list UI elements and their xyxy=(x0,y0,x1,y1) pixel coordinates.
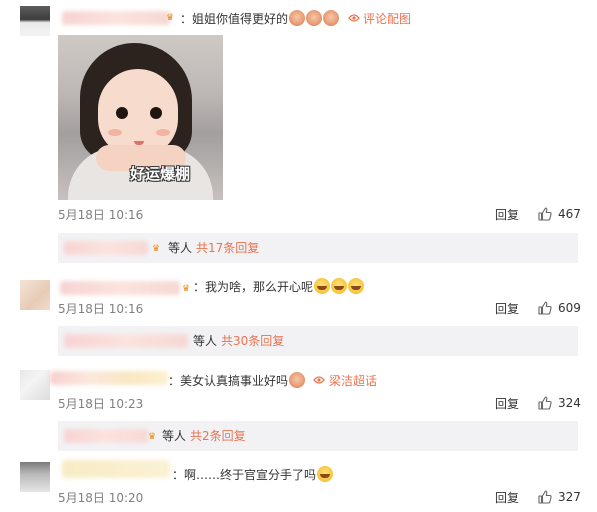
comment-time: 5月18日 10:23 xyxy=(58,397,144,411)
replier-suffix: 等人 xyxy=(168,241,193,255)
comment-text: ：美女认真搞事业好吗 xyxy=(168,372,306,389)
reply-summary-bar[interactable]: 等人 共30条回复 xyxy=(58,326,578,356)
photo-blush xyxy=(156,129,170,136)
username-blurred[interactable] xyxy=(62,460,170,478)
reply-button[interactable]: 回复 xyxy=(495,489,519,506)
replier-names-blurred xyxy=(64,429,148,443)
laugh-cry-emoji xyxy=(317,466,334,482)
photo-blush xyxy=(108,129,122,136)
laugh-cry-emoji xyxy=(314,278,331,294)
topic-link[interactable]: 梁洁超话 xyxy=(329,372,377,389)
thumbs-up-icon xyxy=(538,301,552,315)
username-blurred[interactable] xyxy=(60,281,180,295)
reply-button[interactable]: 回复 xyxy=(495,300,519,317)
username-blurred[interactable] xyxy=(50,371,168,385)
vip-badge-icon: ♛ xyxy=(152,244,161,254)
comment-text: ：我为啥，那么开心呢 xyxy=(193,278,365,295)
reply-button[interactable]: 回复 xyxy=(495,206,519,223)
pig-emoji xyxy=(323,10,340,26)
thumbs-up-icon xyxy=(538,490,552,504)
reply-summary-bar[interactable]: ♛ 等人 共2条回复 xyxy=(58,421,578,451)
laugh-cry-emoji xyxy=(331,278,348,294)
vip-badge-icon: ♛ xyxy=(166,13,175,23)
eye-link-icon xyxy=(313,376,325,384)
comment-image[interactable]: 好运爆棚 xyxy=(58,35,223,200)
photo-eye xyxy=(150,107,162,119)
eye-link-icon xyxy=(348,14,360,22)
avatar[interactable] xyxy=(20,6,50,36)
like-count: 327 xyxy=(558,490,581,504)
avatar[interactable] xyxy=(20,280,50,310)
reply-button[interactable]: 回复 xyxy=(495,395,519,412)
like-count: 609 xyxy=(558,301,581,315)
pig-emoji xyxy=(289,10,306,26)
comment-time: 5月18日 10:16 xyxy=(58,302,144,316)
laugh-cry-emoji xyxy=(348,278,365,294)
like-button[interactable]: 324 xyxy=(538,395,583,411)
avatar[interactable] xyxy=(20,370,50,400)
like-button[interactable]: 327 xyxy=(538,489,583,505)
reply-count-link[interactable]: 共2条回复 xyxy=(190,428,246,444)
like-count: 324 xyxy=(558,396,581,410)
pig-emoji xyxy=(306,10,323,26)
replier-suffix: 等人 xyxy=(162,429,187,443)
username-blurred[interactable] xyxy=(62,11,170,25)
comment-time: 5月18日 10:20 xyxy=(58,491,144,505)
replier-suffix: 等人 xyxy=(193,334,218,348)
reply-count-link[interactable]: 共17条回复 xyxy=(196,240,259,256)
vip-badge-icon: ♛ xyxy=(148,432,157,442)
comment-text: ：姐姐你值得更好的 xyxy=(180,10,340,27)
comment-image-link[interactable]: 评论配图 xyxy=(363,10,411,27)
reply-summary-bar[interactable]: ♛ 等人 共17条回复 xyxy=(58,233,578,263)
comment-time: 5月18日 10:16 xyxy=(58,208,144,222)
replier-names-blurred xyxy=(64,334,188,348)
comment-text: ：啊……终于官宣分手了吗 xyxy=(172,466,334,483)
image-caption: 好运爆棚 xyxy=(130,165,191,183)
pig-emoji xyxy=(289,372,306,388)
replier-names-blurred xyxy=(64,241,148,255)
like-button[interactable]: 609 xyxy=(538,300,583,316)
avatar[interactable] xyxy=(20,462,50,492)
reply-count-link[interactable]: 共30条回复 xyxy=(221,333,284,349)
thumbs-up-icon xyxy=(538,396,552,410)
thumbs-up-icon xyxy=(538,207,552,221)
photo-eye xyxy=(116,107,128,119)
like-count: 467 xyxy=(558,207,581,221)
like-button[interactable]: 467 xyxy=(538,206,583,222)
